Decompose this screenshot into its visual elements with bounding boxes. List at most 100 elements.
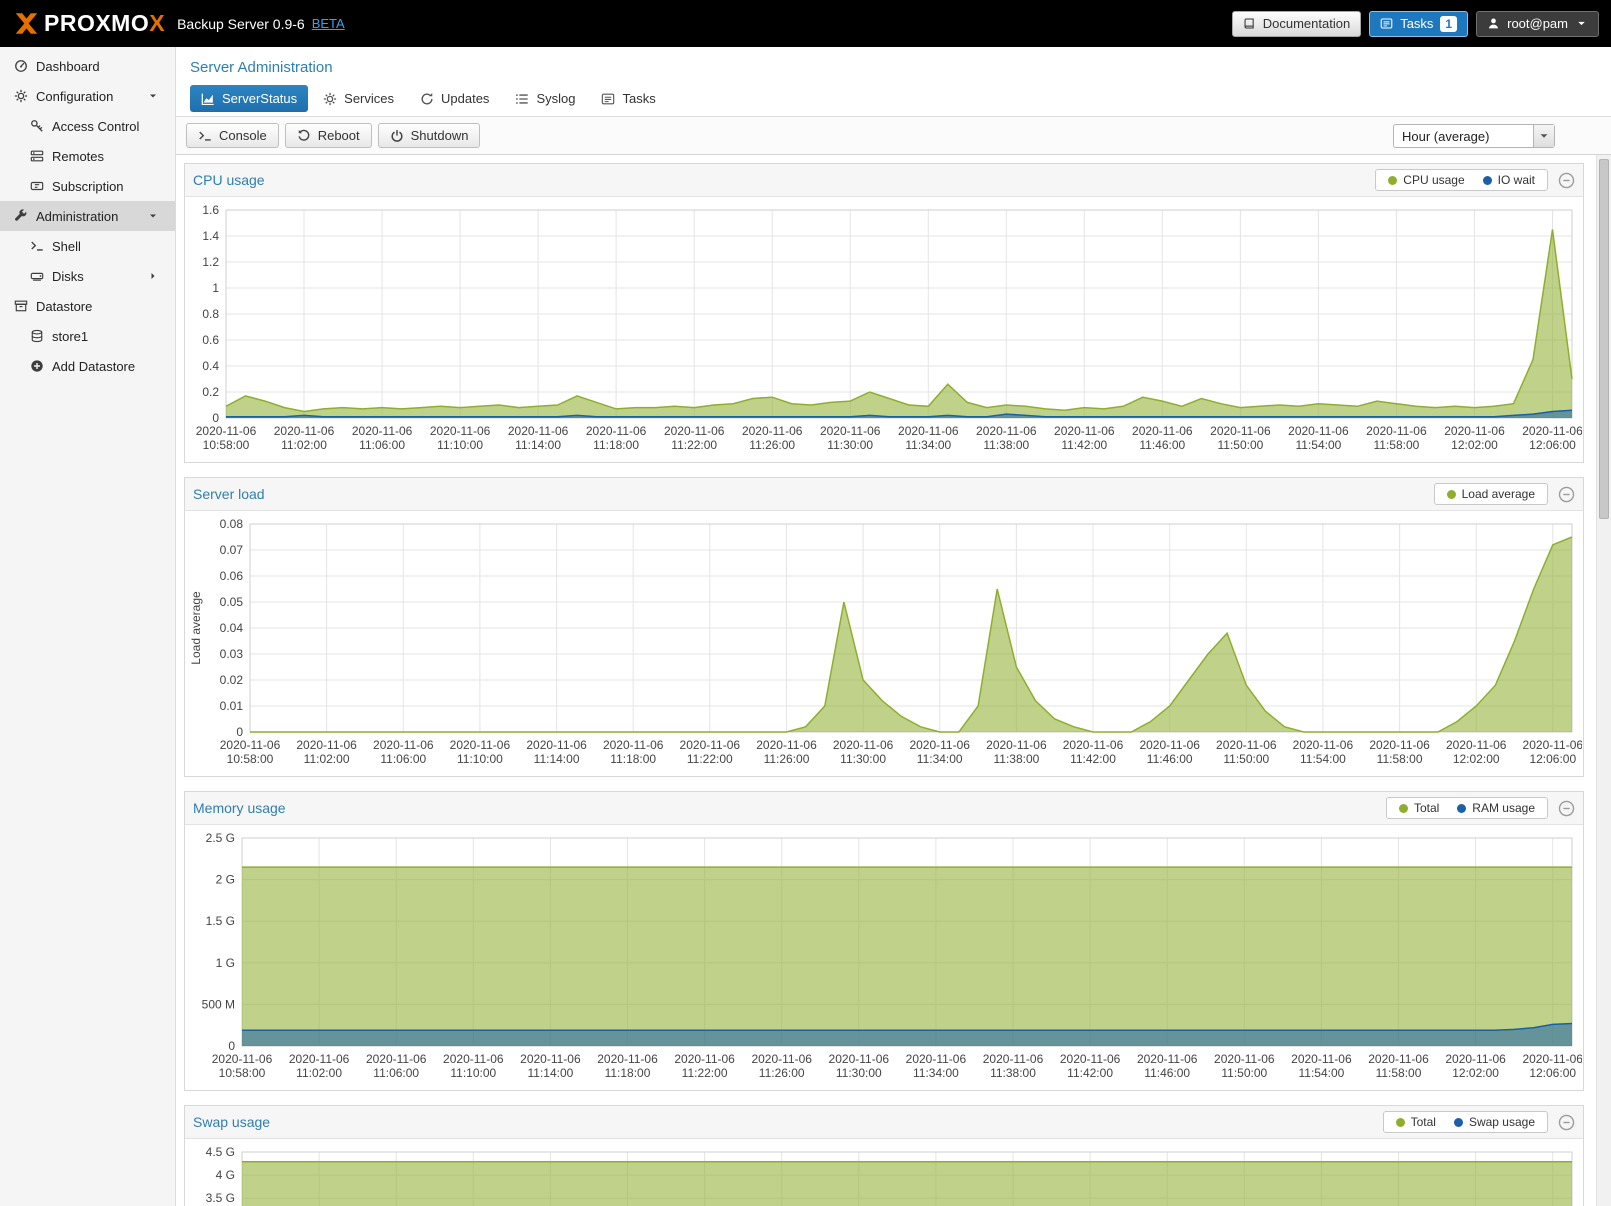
- swap-usage-chart: 4.5 G4 G3.5 G3 G2.5 G2 G1.5 G1 G500 M020…: [186, 1142, 1582, 1206]
- sidebar-item-administration[interactable]: Administration: [0, 201, 175, 231]
- tasks-button[interactable]: Tasks 1: [1369, 11, 1468, 37]
- svg-text:1.6: 1.6: [202, 203, 219, 217]
- svg-text:2020-11-06: 2020-11-06: [1132, 424, 1193, 438]
- archive-icon: [14, 299, 28, 313]
- documentation-button[interactable]: Documentation: [1232, 11, 1361, 37]
- legend-label: IO wait: [1498, 173, 1535, 187]
- sidebar-item-label: Administration: [36, 209, 118, 224]
- svg-text:12:06:00: 12:06:00: [1529, 752, 1576, 766]
- tab-label: Updates: [441, 91, 489, 106]
- svg-text:2020-11-06: 2020-11-06: [1214, 1052, 1275, 1066]
- sidebar-item-dashboard[interactable]: Dashboard: [0, 51, 175, 81]
- user-menu-button[interactable]: root@pam: [1476, 11, 1599, 37]
- gauge-icon: [14, 59, 28, 73]
- legend-item: RAM usage: [1457, 801, 1535, 815]
- legend-label: Total: [1414, 801, 1439, 815]
- svg-text:11:34:00: 11:34:00: [905, 438, 951, 452]
- svg-text:2020-11-06: 2020-11-06: [220, 738, 281, 752]
- svg-text:2020-11-06: 2020-11-06: [508, 424, 569, 438]
- tab-updates[interactable]: Updates: [409, 85, 500, 112]
- sidebar-item-store1[interactable]: store1: [0, 321, 175, 351]
- tab-syslog[interactable]: Syslog: [504, 85, 586, 112]
- sidebar-item-add-datastore[interactable]: Add Datastore: [0, 351, 175, 381]
- tab-label: Tasks: [622, 91, 655, 106]
- sidebar-item-access-control[interactable]: Access Control: [0, 111, 175, 141]
- collapse-panel-button[interactable]: [1558, 1114, 1575, 1131]
- sidebar-item-remotes[interactable]: Remotes: [0, 141, 175, 171]
- time-range-value: Hour (average): [1394, 125, 1533, 147]
- scrollbar-thumb[interactable]: [1599, 159, 1609, 519]
- chart-legend: Load average: [1434, 483, 1548, 505]
- sidebar-item-label: Dashboard: [36, 59, 100, 74]
- legend-item: Swap usage: [1454, 1115, 1535, 1129]
- console-button[interactable]: Console: [186, 123, 279, 148]
- svg-text:1.2: 1.2: [202, 255, 219, 269]
- wrench-icon: [14, 209, 28, 223]
- svg-text:11:38:00: 11:38:00: [993, 752, 1039, 766]
- topbar: PROXMOX Backup Server 0.9-6 BETA Documen…: [0, 0, 1611, 47]
- svg-text:11:58:00: 11:58:00: [1376, 1066, 1422, 1080]
- documentation-label: Documentation: [1263, 16, 1350, 32]
- svg-text:0.03: 0.03: [220, 647, 244, 661]
- reboot-icon: [297, 129, 311, 143]
- svg-text:11:22:00: 11:22:00: [687, 752, 733, 766]
- svg-text:11:30:00: 11:30:00: [836, 1066, 882, 1080]
- svg-text:10:58:00: 10:58:00: [203, 438, 250, 452]
- svg-text:2020-11-06: 2020-11-06: [1445, 1052, 1506, 1066]
- tab-serverstatus[interactable]: ServerStatus: [190, 85, 308, 112]
- chart-area-icon: [201, 92, 215, 106]
- beta-link[interactable]: BETA: [312, 16, 345, 31]
- collapse-panel-button[interactable]: [1558, 800, 1575, 817]
- scroll-area: CPU usage CPU usage IO wait 1.61.41.210.…: [176, 155, 1611, 1206]
- sidebar-item-shell[interactable]: Shell: [0, 231, 175, 261]
- combo-trigger[interactable]: [1533, 125, 1554, 147]
- svg-text:11:38:00: 11:38:00: [990, 1066, 1036, 1080]
- svg-text:500 M: 500 M: [202, 997, 235, 1011]
- gears-icon: [323, 92, 337, 106]
- collapse-panel-button[interactable]: [1558, 486, 1575, 503]
- tab-services[interactable]: Services: [312, 85, 405, 112]
- brand-text: PROXMOX: [44, 10, 165, 37]
- svg-text:11:50:00: 11:50:00: [1217, 438, 1263, 452]
- vertical-scrollbar[interactable]: [1596, 155, 1611, 1206]
- svg-text:2020-11-06: 2020-11-06: [520, 1052, 581, 1066]
- reboot-button[interactable]: Reboot: [285, 123, 372, 148]
- svg-text:11:22:00: 11:22:00: [671, 438, 717, 452]
- tabbar: ServerStatus Services Updates Syslog Tas…: [176, 79, 1611, 117]
- svg-text:2020-11-06: 2020-11-06: [1369, 738, 1430, 752]
- svg-text:11:14:00: 11:14:00: [534, 752, 580, 766]
- svg-text:11:42:00: 11:42:00: [1067, 1066, 1113, 1080]
- svg-text:11:46:00: 11:46:00: [1147, 752, 1193, 766]
- svg-text:2020-11-06: 2020-11-06: [1366, 424, 1427, 438]
- memory-usage-chart: 2.5 G2 G1.5 G1 G500 M02020-11-0610:58:00…: [186, 828, 1582, 1088]
- tab-tasks[interactable]: Tasks: [590, 85, 666, 112]
- user-label: root@pam: [1507, 16, 1568, 32]
- svg-text:0.8: 0.8: [202, 307, 219, 321]
- svg-text:12:02:00: 12:02:00: [1452, 1066, 1499, 1080]
- remotes-icon: [30, 149, 44, 163]
- shutdown-button[interactable]: Shutdown: [378, 123, 481, 148]
- svg-text:2020-11-06: 2020-11-06: [1291, 1052, 1352, 1066]
- panel-title: Swap usage: [193, 1114, 270, 1130]
- svg-text:2020-11-06: 2020-11-06: [373, 738, 434, 752]
- time-range-select[interactable]: Hour (average): [1393, 124, 1555, 148]
- terminal-icon: [30, 239, 44, 253]
- svg-text:0: 0: [228, 1039, 235, 1053]
- memory-usage-panel: Memory usage Total RAM usage 2.5 G2 G1.5…: [184, 791, 1584, 1091]
- svg-text:0.6: 0.6: [202, 333, 219, 347]
- sidebar-item-label: store1: [52, 329, 88, 344]
- tasks-icon: [1380, 17, 1393, 30]
- sidebar-item-label: Access Control: [52, 119, 139, 134]
- svg-text:11:06:00: 11:06:00: [380, 752, 426, 766]
- svg-text:2020-11-06: 2020-11-06: [1523, 738, 1582, 752]
- sidebar-item-subscription[interactable]: Subscription: [0, 171, 175, 201]
- ticket-icon: [30, 179, 44, 193]
- svg-text:2020-11-06: 2020-11-06: [1060, 1052, 1121, 1066]
- sidebar-item-disks[interactable]: Disks: [0, 261, 175, 291]
- svg-text:1: 1: [212, 281, 219, 295]
- svg-text:4.5 G: 4.5 G: [206, 1145, 235, 1159]
- sidebar-item-configuration[interactable]: Configuration: [0, 81, 175, 111]
- legend-item: Load average: [1447, 487, 1535, 501]
- sidebar-item-datastore[interactable]: Datastore: [0, 291, 175, 321]
- collapse-panel-button[interactable]: [1558, 172, 1575, 189]
